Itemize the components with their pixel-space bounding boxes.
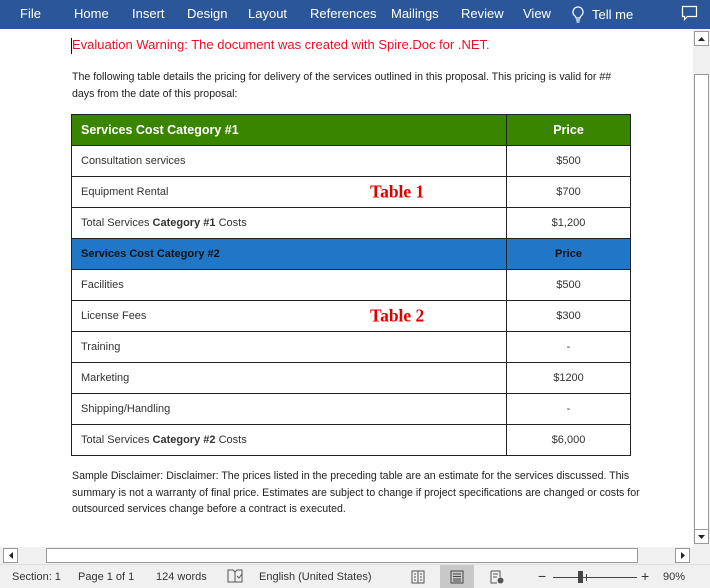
table-row: Training - xyxy=(71,331,631,363)
table-row-total: Total Services Category #1 Costs $1,200 xyxy=(71,207,631,239)
scroll-left-button[interactable] xyxy=(3,548,18,563)
row-label: Facilities xyxy=(71,269,507,301)
tell-me-button[interactable]: Tell me xyxy=(572,6,633,23)
table-row: Shipping/Handling - xyxy=(71,393,631,425)
vertical-scroll-thumb[interactable] xyxy=(694,74,709,534)
lightbulb-icon xyxy=(572,6,584,23)
total-label-category: Category #2 xyxy=(152,434,216,446)
total-label-prefix: Total Services xyxy=(81,434,153,446)
table1-header-label: Services Cost Category #1 xyxy=(71,114,507,146)
row-label-cell: Equipment Rental Table 1 xyxy=(71,176,507,208)
table-row: License Fees Table 2 $300 xyxy=(71,300,631,332)
table2-header-row: Services Cost Category #2 Price xyxy=(71,238,631,270)
table-row-total: Total Services Category #2 Costs $6,000 xyxy=(71,424,631,456)
tab-view[interactable]: View xyxy=(523,6,551,21)
arrow-left-icon xyxy=(8,552,13,559)
row-label: Consultation services xyxy=(71,145,507,177)
zoom-level[interactable]: 90% xyxy=(663,571,685,583)
print-layout-icon xyxy=(450,570,464,584)
page-indicator[interactable]: Page 1 of 1 xyxy=(78,571,134,583)
disclaimer-paragraph: Sample Disclaimer: Disclaimer: The price… xyxy=(72,470,640,515)
horizontal-scrollbar[interactable] xyxy=(0,547,693,564)
proofing-icon[interactable] xyxy=(227,569,243,586)
read-mode-icon xyxy=(411,570,425,584)
ribbon-tab-bar: File Home Insert Design Layout Reference… xyxy=(0,0,710,29)
total-label-prefix: Total Services xyxy=(81,217,153,229)
arrow-up-icon xyxy=(698,36,705,41)
table-row: Facilities $500 xyxy=(71,269,631,301)
pricing-tables: Services Cost Category #1 Price Consulta… xyxy=(71,114,631,456)
zoom-out-button[interactable]: − xyxy=(538,568,546,584)
row-label: Equipment Rental xyxy=(81,186,169,198)
tab-file[interactable]: File xyxy=(20,6,41,21)
status-bar: Section: 1 Page 1 of 1 124 words English… xyxy=(0,564,710,588)
table2-annotation: Table 2 xyxy=(370,305,425,326)
zoom-in-button[interactable]: + xyxy=(641,568,649,584)
row-label-total: Total Services Category #1 Costs xyxy=(71,207,507,239)
tab-mailings[interactable]: Mailings xyxy=(391,6,439,21)
table-row: Equipment Rental Table 1 $700 xyxy=(71,176,631,208)
read-mode-button[interactable] xyxy=(401,565,435,588)
tab-layout[interactable]: Layout xyxy=(248,6,287,21)
row-label: Shipping/Handling xyxy=(71,393,507,425)
row-label-cell: License Fees Table 2 xyxy=(71,300,507,332)
row-price-total: $6,000 xyxy=(506,424,631,456)
arrow-right-icon xyxy=(680,552,685,559)
row-price-total: $1,200 xyxy=(506,207,631,239)
row-label: Marketing xyxy=(71,362,507,394)
tab-design[interactable]: Design xyxy=(187,6,227,21)
row-label: License Fees xyxy=(81,310,147,322)
evaluation-warning: Evaluation Warning: The document was cre… xyxy=(72,37,490,52)
tab-home[interactable]: Home xyxy=(74,6,109,21)
zoom-slider-thumb[interactable] xyxy=(578,571,583,583)
row-price: $300 xyxy=(506,300,631,332)
zoom-slider-track[interactable] xyxy=(553,577,637,578)
scrollbar-corner xyxy=(693,547,710,564)
table1-header-price: Price xyxy=(506,114,631,146)
section-indicator[interactable]: Section: 1 xyxy=(12,571,61,583)
table2-header-label: Services Cost Category #2 xyxy=(71,238,507,270)
vertical-scrollbar[interactable] xyxy=(693,29,710,547)
row-price: - xyxy=(506,393,631,425)
total-label-category: Category #1 xyxy=(152,217,216,229)
row-price: $500 xyxy=(506,145,631,177)
table-row: Marketing $1200 xyxy=(71,362,631,394)
web-layout-icon xyxy=(490,570,504,584)
tab-review[interactable]: Review xyxy=(461,6,504,21)
intro-paragraph: The following table details the pricing … xyxy=(72,71,612,100)
row-price: $700 xyxy=(506,176,631,208)
row-price: $500 xyxy=(506,269,631,301)
table1-annotation: Table 1 xyxy=(370,181,425,202)
tell-me-label: Tell me xyxy=(592,7,634,22)
table2-header-price: Price xyxy=(506,238,631,270)
language-indicator[interactable]: English (United States) xyxy=(259,571,372,583)
table-row: Consultation services $500 xyxy=(71,145,631,177)
scroll-right-button[interactable] xyxy=(675,548,690,563)
row-label: Training xyxy=(71,331,507,363)
row-price: - xyxy=(506,331,631,363)
horizontal-scroll-thumb[interactable] xyxy=(46,548,638,563)
arrow-down-icon xyxy=(698,534,705,539)
scroll-up-button[interactable] xyxy=(694,31,709,46)
total-label-suffix: Costs xyxy=(215,434,247,446)
scroll-down-button[interactable] xyxy=(694,529,709,544)
row-label-total: Total Services Category #2 Costs xyxy=(71,424,507,456)
document-page[interactable]: Evaluation Warning: The document was cre… xyxy=(0,29,693,547)
zoom-slider-center-tick xyxy=(586,574,587,581)
total-label-suffix: Costs xyxy=(215,217,247,229)
table1-header-row: Services Cost Category #1 Price xyxy=(71,114,631,146)
tab-references[interactable]: References xyxy=(310,6,376,21)
row-price: $1200 xyxy=(506,362,631,394)
word-count[interactable]: 124 words xyxy=(156,571,207,583)
comment-icon[interactable] xyxy=(681,5,698,22)
print-layout-button[interactable] xyxy=(440,565,474,588)
tab-insert[interactable]: Insert xyxy=(132,6,165,21)
web-layout-button[interactable] xyxy=(480,565,514,588)
